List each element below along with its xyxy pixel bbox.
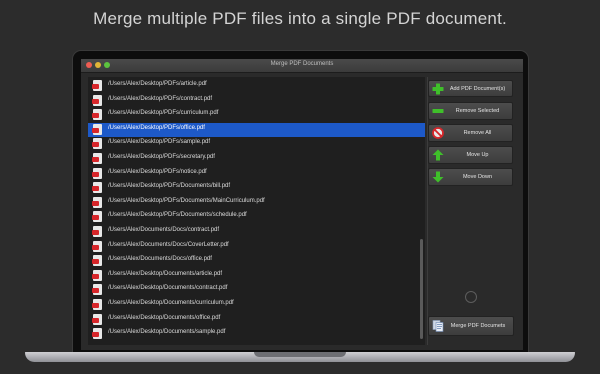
arrow-down-icon	[432, 171, 444, 183]
file-list[interactable]: /Users/Alex/Desktop/PDFs/article.pdf/Use…	[88, 77, 425, 345]
file-list-row[interactable]: /Users/Alex/Documents/Docs/contract.pdf	[88, 225, 425, 239]
file-list-row[interactable]: /Users/Alex/Desktop/PDFs/office.pdf	[88, 122, 425, 137]
move-down-label: Move Down	[462, 174, 493, 180]
remove-selected-button[interactable]: Remove Selected	[428, 102, 513, 120]
file-path-label: /Users/Alex/Desktop/PDFs/Documents/bill.…	[108, 183, 231, 190]
file-list-row[interactable]: /Users/Alex/Desktop/PDFs/sample.pdf	[88, 137, 425, 151]
file-path-label: /Users/Alex/Desktop/PDFs/office.pdf	[108, 124, 205, 131]
file-path-label: /Users/Alex/Documents/Docs/contract.pdf	[108, 227, 220, 233]
file-path-label: /Users/Alex/Documents/Docs/CoverLetter.p…	[108, 241, 229, 248]
file-path-label: /Users/Alex/Desktop/PDFs/notice.pdf	[108, 168, 207, 175]
headline: Merge multiple PDF files into a single P…	[93, 9, 507, 28]
app-window: Merge PDF Documents /Users/Alex/Desktop/…	[81, 59, 523, 350]
file-list-row[interactable]: /Users/Alex/Desktop/Documents/office.pdf	[88, 313, 425, 327]
laptop-notch	[254, 352, 346, 357]
plus-icon	[432, 83, 444, 95]
progress-spinner	[465, 291, 477, 303]
pdf-file-icon	[92, 196, 102, 208]
file-list-row[interactable]: /Users/Alex/Desktop/Documents/curriculum…	[88, 298, 425, 312]
file-path-label: /Users/Alex/Desktop/Documents/office.pdf	[108, 314, 221, 321]
file-path-label: /Users/Alex/Desktop/PDFs/Documents/sched…	[108, 212, 247, 219]
remove-selected-label: Remove Selected	[455, 108, 500, 114]
pdf-file-icon	[92, 153, 102, 164]
merge-pdf-label: Merge PDF Documets	[450, 323, 506, 329]
pdf-file-icon	[92, 80, 102, 91]
file-path-label: /Users/Alex/Desktop/Documents/sample.pdf	[108, 329, 226, 336]
file-list-row[interactable]: /Users/Alex/Desktop/Documents/contract.p…	[88, 283, 425, 297]
file-path-label: /Users/Alex/Desktop/PDFs/sample.pdf	[108, 139, 211, 146]
pdf-file-icon	[92, 211, 102, 223]
pdf-file-icon	[92, 167, 102, 179]
file-list-row[interactable]: /Users/Alex/Desktop/PDFs/article.pdf	[88, 79, 425, 93]
pdf-file-icon	[92, 240, 102, 252]
file-list-row[interactable]: /Users/Alex/Desktop/Documents/article.pd…	[88, 269, 425, 283]
minus-icon	[432, 109, 444, 113]
pdf-file-icon	[92, 313, 102, 325]
file-path-label: /Users/Alex/Desktop/Documents/curriculum…	[108, 300, 234, 306]
file-path-label: /Users/Alex/Desktop/Documents/article.pd…	[108, 270, 223, 277]
pdf-file-icon	[92, 182, 102, 194]
file-path-label: /Users/Alex/Desktop/PDFs/secretary.pdf	[108, 154, 215, 160]
pdf-file-icon	[92, 138, 102, 150]
file-list-row[interactable]: /Users/Alex/Desktop/PDFs/contract.pdf	[88, 94, 425, 108]
file-path-label: /Users/Alex/Desktop/PDFs/article.pdf	[108, 81, 207, 87]
add-pdf-label: Add PDF Document(s)	[449, 86, 506, 92]
add-pdf-button[interactable]: Add PDF Document(s)	[428, 80, 513, 97]
file-list-row[interactable]: /Users/Alex/Desktop/PDFs/notice.pdf	[88, 167, 425, 181]
move-up-button[interactable]: Move Up	[428, 146, 513, 164]
file-list-row[interactable]: /Users/Alex/Desktop/PDFs/curriculum.pdf	[88, 108, 425, 122]
file-list-row[interactable]: /Users/Alex/Desktop/PDFs/Documents/sched…	[88, 210, 425, 224]
pdf-file-icon	[92, 269, 102, 281]
pdf-file-icon	[92, 109, 102, 121]
remove-all-label: Remove All	[463, 130, 492, 136]
file-list-row[interactable]: /Users/Alex/Desktop/PDFs/Documents/bill.…	[88, 181, 425, 195]
window-titlebar[interactable]: Merge PDF Documents	[81, 59, 523, 73]
pdf-file-icon	[92, 94, 102, 106]
pdf-file-icon	[92, 299, 102, 310]
file-list-row[interactable]: /Users/Alex/Documents/Docs/office.pdf	[88, 254, 425, 268]
window-title: Merge PDF Documents	[270, 61, 334, 67]
file-path-label: /Users/Alex/Documents/Docs/office.pdf	[108, 256, 212, 263]
move-down-button[interactable]: Move Down	[428, 168, 513, 186]
merge-pdf-button[interactable]: Merge PDF Documets	[428, 316, 514, 336]
prohibited-icon	[432, 127, 444, 139]
list-scrollbar[interactable]	[420, 239, 423, 339]
pdf-file-icon	[92, 284, 102, 296]
remove-all-button[interactable]: Remove All	[428, 124, 513, 142]
file-path-label: /Users/Alex/Desktop/PDFs/contract.pdf	[108, 95, 213, 102]
pdf-file-icon	[92, 255, 102, 267]
pdf-file-icon	[92, 226, 102, 237]
move-up-label: Move Up	[466, 152, 489, 158]
file-path-label: /Users/Alex/Desktop/PDFs/Documents/MainC…	[108, 197, 265, 204]
file-list-row[interactable]: /Users/Alex/Desktop/Documents/sample.pdf	[88, 327, 425, 341]
arrow-up-icon	[432, 149, 444, 161]
merge-documents-icon	[432, 320, 444, 332]
file-list-row[interactable]: /Users/Alex/Desktop/PDFs/secretary.pdf	[88, 152, 425, 166]
pdf-file-icon	[92, 123, 102, 135]
file-path-label: /Users/Alex/Desktop/Documents/contract.p…	[108, 285, 228, 292]
pdf-file-icon	[92, 328, 102, 340]
file-list-row[interactable]: /Users/Alex/Desktop/PDFs/Documents/MainC…	[88, 196, 425, 210]
file-path-label: /Users/Alex/Desktop/PDFs/curriculum.pdf	[108, 110, 219, 117]
file-list-row[interactable]: /Users/Alex/Documents/Docs/CoverLetter.p…	[88, 240, 425, 254]
